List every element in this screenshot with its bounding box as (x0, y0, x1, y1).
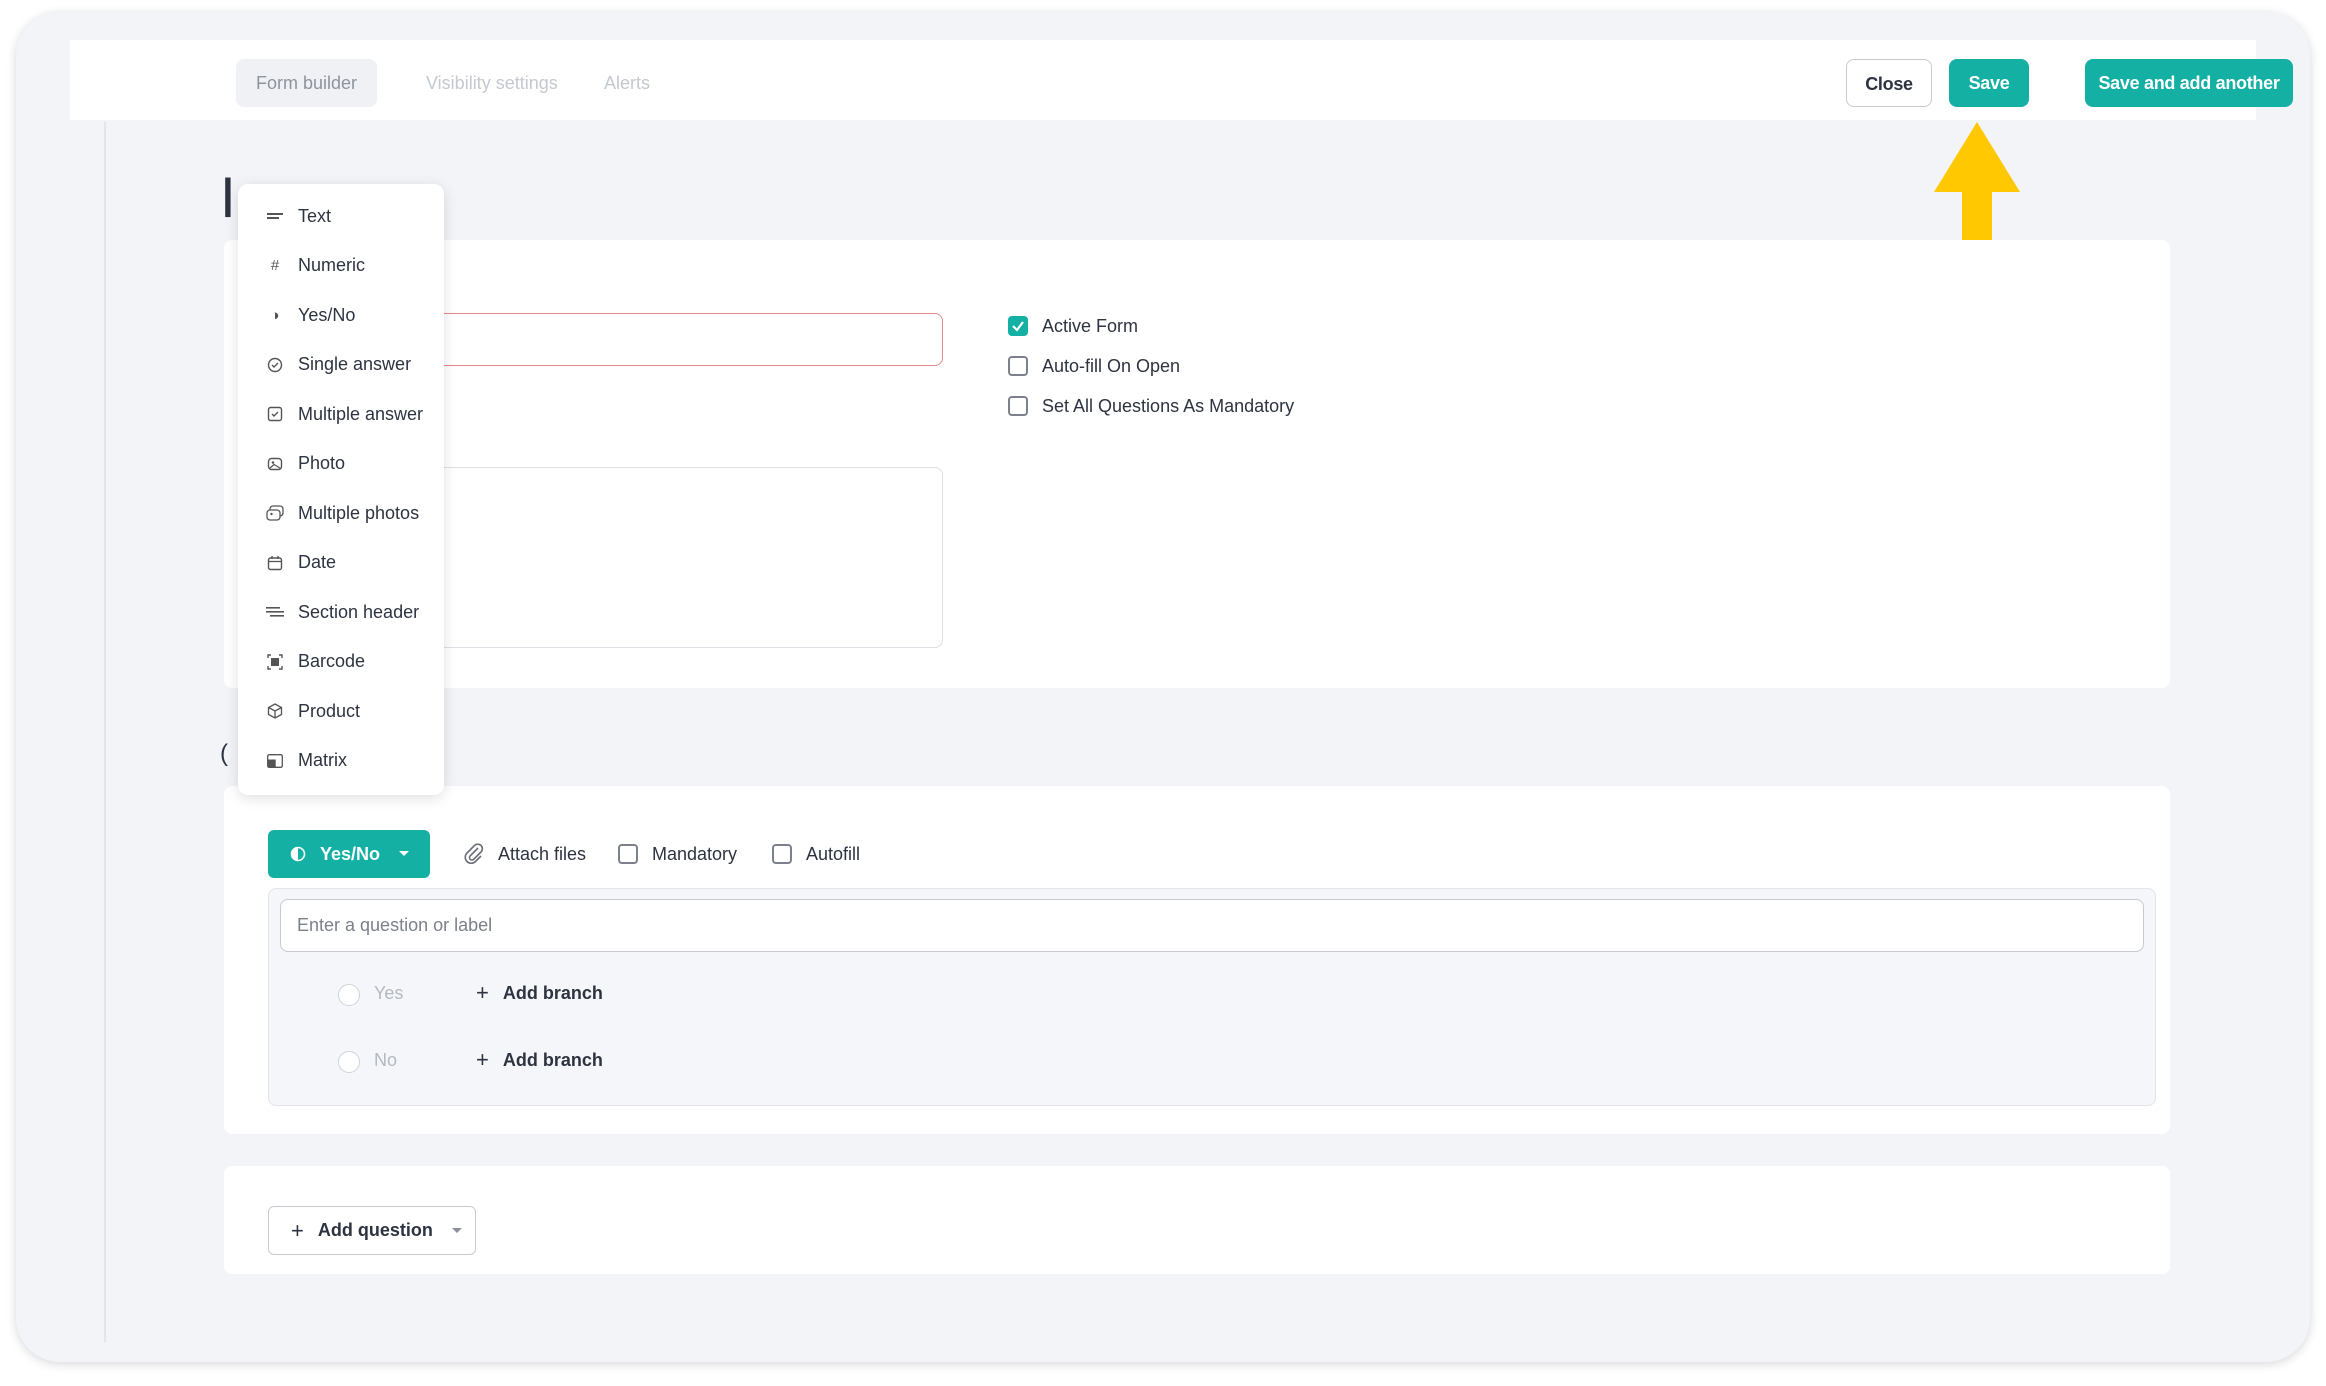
menu-item-section-header[interactable]: Section header (238, 590, 444, 634)
photos-icon (264, 502, 286, 524)
add-question-button[interactable]: + Add question (268, 1206, 476, 1255)
left-divider (104, 122, 106, 1342)
menu-item-barcode[interactable]: Barcode (238, 640, 444, 684)
checkmark-icon (1012, 321, 1024, 332)
option-yes-label: Yes (374, 983, 404, 1003)
hidden-heading-fragment: | (222, 170, 234, 217)
caret-down-icon (451, 1227, 462, 1233)
check-circle-icon (264, 354, 286, 376)
half-circle-icon (290, 846, 306, 862)
all-mandatory-label: Set All Questions As Mandatory (1042, 395, 1295, 416)
menu-item-label: Date (298, 552, 337, 572)
all-mandatory-checkbox[interactable] (1008, 396, 1028, 416)
auto-fill-label: Auto-fill On Open (1042, 355, 1181, 376)
menu-item-label: Yes/No (298, 304, 356, 325)
option-no-radio[interactable] (338, 1051, 360, 1073)
autofill-checkbox[interactable] (772, 844, 792, 864)
app-window: Form builder Visibility settings Alerts … (16, 12, 2310, 1362)
photo-icon (264, 453, 286, 475)
add-question-card (224, 1166, 2170, 1274)
question-type-menu: Text # Numeric ◑ Yes/No Single answer Mu… (238, 184, 444, 795)
menu-item-multiple-photos[interactable]: Multiple photos (238, 491, 444, 535)
add-branch-yes-label: Add branch (502, 982, 603, 1003)
attach-files-label: Attach files (498, 843, 587, 864)
menu-item-label: Photo (298, 453, 346, 473)
hash-icon: # (270, 257, 280, 274)
add-question-label: Add question (317, 1220, 433, 1240)
half-circle-icon: ◑ (270, 306, 280, 324)
mandatory-option[interactable]: Mandatory (618, 838, 737, 870)
form-name-input[interactable] (436, 313, 943, 366)
form-description-textarea[interactable] (436, 467, 943, 648)
menu-item-photo[interactable]: Photo (238, 442, 444, 486)
add-branch-no-label: Add branch (502, 1049, 603, 1070)
text-icon (264, 205, 286, 227)
tab-visibility-settings[interactable]: Visibility settings (406, 59, 578, 107)
menu-item-label: Text (298, 205, 332, 226)
plus-icon: + (291, 1217, 304, 1243)
top-bar: Form builder Visibility settings Alerts … (70, 40, 2293, 120)
hidden-section-fragment: ( (220, 740, 228, 767)
menu-item-product[interactable]: Product (238, 689, 444, 733)
menu-item-numeric[interactable]: # Numeric (238, 244, 444, 288)
mandatory-checkbox[interactable] (618, 844, 638, 864)
paperclip-icon (464, 843, 484, 864)
menu-item-label: Section header (298, 601, 420, 622)
save-button[interactable]: Save (1949, 59, 2029, 107)
barcode-icon (264, 651, 286, 673)
add-branch-yes-button[interactable]: + Add branch (476, 980, 603, 1006)
tab-alerts[interactable]: Alerts (584, 59, 670, 107)
question-type-dropdown[interactable]: Yes/No (268, 830, 430, 878)
save-and-add-another-button[interactable]: Save and add another (2085, 59, 2293, 107)
product-box-icon (264, 700, 286, 722)
calendar-icon (264, 552, 286, 574)
menu-item-label: Multiple answer (298, 403, 424, 424)
add-branch-no-button[interactable]: + Add branch (476, 1047, 603, 1073)
menu-item-yes-no[interactable]: ◑ Yes/No (238, 293, 444, 337)
caret-down-icon (399, 851, 410, 856)
active-form-checkbox[interactable] (1008, 316, 1028, 336)
all-mandatory-option[interactable]: Set All Questions As Mandatory (1008, 392, 1294, 420)
matrix-icon (264, 750, 286, 772)
menu-item-multiple-answer[interactable]: Multiple answer (238, 392, 444, 436)
auto-fill-checkbox[interactable] (1008, 356, 1028, 376)
check-square-icon (264, 403, 286, 425)
option-yes-radio[interactable] (338, 984, 360, 1006)
autofill-option[interactable]: Autofill (772, 838, 860, 870)
menu-item-date[interactable]: Date (238, 541, 444, 585)
question-input[interactable] (280, 899, 2144, 952)
menu-item-single-answer[interactable]: Single answer (238, 343, 444, 387)
menu-item-label: Matrix (298, 750, 347, 770)
question-type-label: Yes/No (320, 843, 381, 864)
autofill-label: Autofill (806, 843, 861, 864)
active-form-option[interactable]: Active Form (1008, 312, 1138, 340)
menu-item-label: Numeric (298, 255, 366, 275)
tab-form-builder[interactable]: Form builder (236, 59, 378, 107)
plus-icon: + (476, 1047, 489, 1072)
plus-icon: + (476, 980, 489, 1005)
menu-item-matrix[interactable]: Matrix (238, 739, 444, 783)
option-no-label: No (374, 1050, 398, 1070)
menu-item-label: Multiple photos (298, 502, 420, 523)
menu-item-text[interactable]: Text (238, 194, 444, 238)
mandatory-label: Mandatory (652, 843, 738, 864)
close-button[interactable]: Close (1846, 59, 1932, 107)
active-form-label: Active Form (1042, 315, 1139, 336)
menu-item-label: Single answer (298, 354, 412, 374)
section-header-icon (264, 601, 286, 623)
auto-fill-option[interactable]: Auto-fill On Open (1008, 352, 1180, 380)
attach-files-button[interactable]: Attach files (462, 838, 586, 870)
menu-item-label: Product (298, 700, 361, 721)
menu-item-label: Barcode (298, 651, 366, 671)
